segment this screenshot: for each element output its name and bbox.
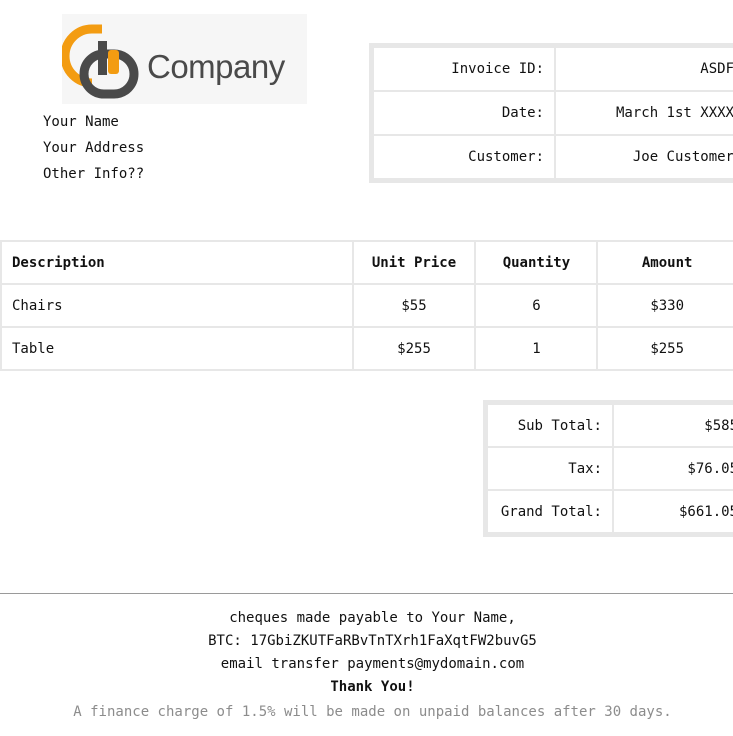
table-row: Chairs $55 6 $330 xyxy=(0,283,733,328)
item-amount: $330 xyxy=(596,283,733,328)
column-header-quantity: Quantity xyxy=(474,240,599,285)
totals-table: Sub Total: $585 Tax: $76.05 Grand Total:… xyxy=(483,400,733,537)
totals-row-subtotal: Sub Total: $585 xyxy=(486,403,733,448)
item-quantity: 1 xyxy=(474,326,599,371)
totals-value: $661.05 xyxy=(612,489,733,534)
column-header-description: Description xyxy=(0,240,354,285)
footer-payable-line: cheques made payable to Your Name, xyxy=(229,610,516,626)
column-header-unit-price: Unit Price xyxy=(351,240,477,285)
item-amount: $255 xyxy=(596,326,733,371)
meta-row-date: Date: March 1st XXXX xyxy=(372,90,733,136)
sender-address: Your Address xyxy=(43,140,145,156)
totals-value: $585 xyxy=(612,403,733,448)
table-row: Table $255 1 $255 xyxy=(0,326,733,371)
footer-btc-line: BTC: 17GbiZKUTFaRBvTnTXrh1FaXqtFW2buvG5 xyxy=(208,633,537,649)
sender-other-info: Other Info?? xyxy=(43,166,145,182)
column-header-amount: Amount xyxy=(596,240,733,285)
meta-label: Invoice ID: xyxy=(372,46,556,92)
footer-email-line: email transfer payments@mydomain.com xyxy=(220,656,525,672)
totals-value: $76.05 xyxy=(612,446,733,491)
item-description: Chairs xyxy=(0,283,354,328)
meta-row-invoice-id: Invoice ID: ASDF xyxy=(372,46,733,92)
line-items-table: Description Unit Price Quantity Amount C… xyxy=(0,240,733,371)
meta-value: March 1st XXXX xyxy=(554,90,733,136)
item-unit-price: $55 xyxy=(351,283,477,328)
meta-value: Joe Customer xyxy=(554,134,733,180)
invoice-meta-table: Invoice ID: ASDF Date: March 1st XXXX Cu… xyxy=(369,43,733,183)
meta-label: Customer: xyxy=(372,134,556,180)
item-quantity: 6 xyxy=(474,283,599,328)
meta-label: Date: xyxy=(372,90,556,136)
totals-row-grand-total: Grand Total: $661.05 xyxy=(486,489,733,534)
table-header-row: Description Unit Price Quantity Amount xyxy=(0,240,733,285)
logo-text: Company xyxy=(147,48,285,85)
totals-row-tax: Tax: $76.05 xyxy=(486,446,733,491)
sender-info: Your Name Your Address Other Info?? xyxy=(43,109,144,187)
item-description: Table xyxy=(0,326,354,371)
sender-name: Your Name xyxy=(43,114,119,130)
totals-label: Tax: xyxy=(486,446,614,491)
footer-thank-you: Thank You! xyxy=(330,679,415,695)
meta-row-customer: Customer: Joe Customer xyxy=(372,134,733,180)
totals-label: Sub Total: xyxy=(486,403,614,448)
totals-label: Grand Total: xyxy=(486,489,614,534)
meta-value: ASDF xyxy=(554,46,733,92)
item-unit-price: $255 xyxy=(351,326,477,371)
footer-finance-note: A finance charge of 1.5% will be made on… xyxy=(73,704,672,720)
footer-divider xyxy=(0,593,733,594)
company-logo: Company xyxy=(62,14,307,104)
invoice-footer: cheques made payable to Your Name, BTC: … xyxy=(0,607,733,724)
